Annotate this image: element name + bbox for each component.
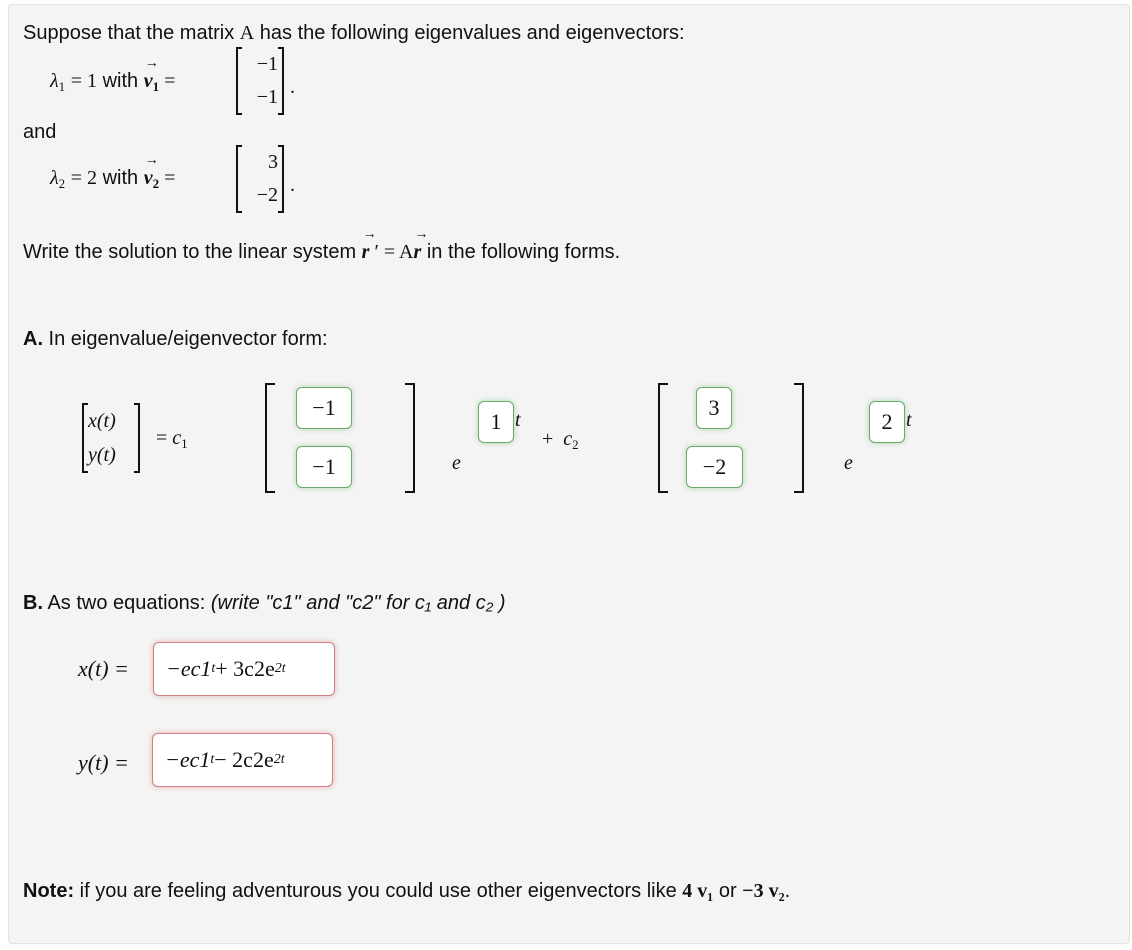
vector-v2: → v	[143, 153, 159, 189]
matrix-entry: −2	[256, 184, 278, 206]
and-label: and	[23, 121, 57, 143]
eigenvector-1-matrix: −1 −1	[236, 47, 284, 115]
t-variable: t	[515, 409, 521, 431]
part-b-label: B.	[23, 592, 43, 614]
part-a-heading: A. In eigenvalue/eigenvector form:	[23, 328, 328, 351]
eigenvalue: 2	[87, 167, 98, 189]
exponent-2-input[interactable]: 2	[869, 401, 905, 443]
lhs-vector: x(t) y(t)	[82, 403, 140, 473]
system-text-end: in the following forms.	[421, 241, 621, 263]
eigenpair-1: λ1 = 1 with → v1 =	[50, 56, 176, 94]
intro-text-end: has the following eigenvalues and eigenv…	[254, 22, 685, 44]
equals-c1: = c1	[156, 427, 188, 451]
matrix-symbol: A	[239, 22, 255, 44]
v1-bottom-input[interactable]: −1	[296, 446, 352, 488]
intro-line: Suppose that the matrix A has the follow…	[23, 22, 685, 45]
note-example-2: −3 v₂	[742, 880, 785, 902]
lambda-symbol: λ	[50, 167, 59, 189]
y-equation-label: y(t) =	[78, 750, 129, 775]
t-variable: t	[906, 409, 912, 431]
period: .	[290, 76, 295, 98]
exponent-1-input[interactable]: 1	[478, 401, 514, 443]
y-equation-input[interactable]: −ec1 t − 2c2e 2t	[152, 733, 333, 787]
period: .	[290, 174, 295, 196]
x-equation-input[interactable]: −ec1 t + 3c2e 2t	[153, 642, 335, 696]
v2-top-input[interactable]: 3	[696, 387, 732, 429]
part-b-text: As two equations:	[43, 592, 211, 614]
part-b-heading: B. As two equations: (write "c1" and "c2…	[23, 592, 506, 615]
lambda-symbol: λ	[50, 70, 59, 92]
v1-top-input[interactable]: −1	[296, 387, 352, 429]
vector-v1: → v	[143, 56, 159, 92]
lambda-index: 1	[58, 79, 66, 94]
matrix-entry: −1	[256, 86, 278, 108]
matrix-entry: −1	[256, 53, 278, 75]
v2-bottom-input[interactable]: −2	[686, 446, 743, 488]
eigenpair-2: λ2 = 2 with → v2 =	[50, 153, 176, 191]
eigenvector-2-matrix: 3 −2	[236, 145, 284, 213]
plus-c2: + c2	[542, 428, 579, 452]
with-label: with	[97, 70, 144, 92]
part-a-label: A.	[23, 328, 43, 350]
exp-base-e: e	[844, 452, 853, 474]
problem-panel	[8, 4, 1130, 944]
with-label: with	[97, 167, 144, 189]
eigenvalue: 1	[87, 70, 98, 92]
note-example-1: 4 v₁	[682, 880, 714, 902]
note-or: or	[713, 880, 743, 902]
vector-r: → r	[413, 227, 429, 263]
system-text: Write the solution to the linear system	[23, 241, 362, 263]
matrix-entry: 3	[268, 151, 278, 173]
lambda-index: 2	[58, 176, 66, 191]
system-line: Write the solution to the linear system …	[23, 227, 621, 263]
part-b-hint: (write "c1" and "c2" for c₁ and c₂ )	[210, 592, 506, 614]
note-text: if you are feeling adventurous you could…	[74, 880, 683, 902]
intro-text: Suppose that the matrix	[23, 22, 240, 44]
note-label: Note:	[23, 880, 75, 902]
x-equation-label: x(t) =	[78, 656, 129, 681]
lhs-y: y(t)	[88, 443, 116, 466]
exp-base-e: e	[452, 452, 461, 474]
vector-r: → r	[361, 227, 377, 263]
part-a-text: In eigenvalue/eigenvector form:	[43, 328, 328, 350]
lhs-x: x(t)	[88, 409, 116, 432]
note-line: Note: if you are feeling adventurous you…	[23, 880, 791, 902]
